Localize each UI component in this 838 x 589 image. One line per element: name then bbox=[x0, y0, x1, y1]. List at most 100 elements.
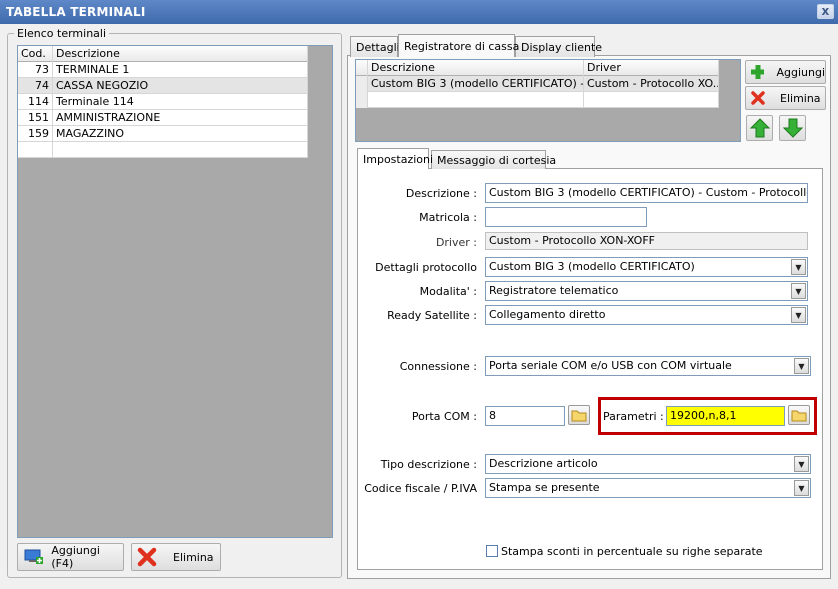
protocollo-label: Dettagli protocollo bbox=[375, 261, 477, 274]
porta-com-browse-button[interactable] bbox=[568, 405, 590, 425]
arrow-down-icon bbox=[782, 118, 803, 138]
tipo-descrizione-value: Descrizione articolo bbox=[489, 457, 598, 470]
table-row-new[interactable] bbox=[18, 142, 308, 158]
terminals-grid-header: Cod. Descrizione bbox=[18, 46, 308, 62]
row-indicator bbox=[356, 76, 368, 92]
reg-row-driver-empty bbox=[584, 92, 719, 108]
tipo-descrizione-select[interactable]: Descrizione articolo ▼ bbox=[485, 454, 811, 474]
chevron-down-icon[interactable]: ▼ bbox=[791, 259, 806, 275]
close-button[interactable]: x bbox=[817, 4, 834, 19]
driver-label: Driver : bbox=[435, 236, 477, 249]
row-indicator-header bbox=[356, 60, 368, 76]
codice-fiscale-label: Codice fiscale / P.IVA bbox=[364, 482, 477, 495]
row-descr: CASSA NEGOZIO bbox=[53, 78, 308, 94]
row-cod: 151 bbox=[18, 110, 53, 126]
tab-messaggio-cortesia[interactable]: Messaggio di cortesia bbox=[431, 150, 556, 169]
modalita-label: Modalita' : bbox=[419, 285, 477, 298]
delete-register-label: Elimina bbox=[780, 91, 821, 105]
terminals-grid[interactable]: Cod. Descrizione 73 TERMINALE 1 74 CASSA… bbox=[17, 45, 333, 538]
registratori-grid[interactable]: Descrizione Driver Custom BIG 3 (modello… bbox=[355, 59, 741, 142]
protocollo-value: Custom BIG 3 (modello CERTIFICATO) bbox=[489, 260, 695, 273]
window-title: TABELLA TERMINALI bbox=[6, 5, 146, 19]
protocollo-select[interactable]: Custom BIG 3 (modello CERTIFICATO) ▼ bbox=[485, 257, 808, 277]
codice-fiscale-select[interactable]: Stampa se presente ▼ bbox=[485, 478, 811, 498]
move-down-button[interactable] bbox=[779, 115, 806, 141]
tab-registratore[interactable]: Registratore di cassa bbox=[398, 34, 519, 57]
row-cod: 114 bbox=[18, 94, 53, 110]
table-row-selected[interactable]: Custom BIG 3 (modello CERTIFICATO) - ...… bbox=[356, 76, 719, 92]
chevron-down-icon[interactable]: ▼ bbox=[794, 358, 809, 374]
sconti-checkbox-label: Stampa sconti in percentuale su righe se… bbox=[501, 545, 763, 558]
table-row-selected[interactable]: 74 CASSA NEGOZIO bbox=[18, 78, 308, 94]
delete-icon bbox=[751, 91, 765, 105]
tipo-descrizione-label: Tipo descrizione : bbox=[380, 458, 477, 471]
table-row-new[interactable] bbox=[356, 92, 719, 108]
registratori-grid-header: Descrizione Driver bbox=[356, 60, 719, 76]
add-register-button[interactable]: Aggiungi bbox=[745, 60, 826, 84]
col-reg-descrizione[interactable]: Descrizione bbox=[368, 60, 584, 76]
chevron-down-icon[interactable]: ▼ bbox=[794, 456, 809, 472]
plus-icon bbox=[751, 65, 765, 79]
reg-row-descr: Custom BIG 3 (modello CERTIFICATO) - ... bbox=[368, 76, 584, 92]
delete-terminal-button[interactable]: Elimina bbox=[131, 543, 221, 571]
connessione-select[interactable]: Porta seriale COM e/o USB con COM virtua… bbox=[485, 356, 811, 376]
row-cod: 159 bbox=[18, 126, 53, 142]
row-indicator bbox=[356, 92, 368, 108]
col-reg-driver[interactable]: Driver bbox=[584, 60, 719, 76]
chevron-down-icon[interactable]: ▼ bbox=[791, 307, 806, 323]
table-row[interactable]: 151 AMMINISTRAZIONE bbox=[18, 110, 308, 126]
descrizione-label: Descrizione : bbox=[405, 187, 477, 200]
table-row[interactable]: 159 MAGAZZINO bbox=[18, 126, 308, 142]
table-row[interactable]: 73 TERMINALE 1 bbox=[18, 62, 308, 78]
row-descr: Terminale 114 bbox=[53, 94, 308, 110]
driver-field: Custom - Protocollo XON-XOFF bbox=[485, 232, 808, 250]
chevron-down-icon[interactable]: ▼ bbox=[791, 283, 806, 299]
add-terminal-label: Aggiungi (F4) bbox=[51, 544, 100, 570]
satellite-value: Collegamento diretto bbox=[489, 308, 606, 321]
folder-icon bbox=[791, 410, 807, 422]
parametri-browse-button[interactable] bbox=[788, 405, 810, 425]
window-titlebar: TABELLA TERMINALI x bbox=[0, 0, 838, 24]
matricola-label: Matricola : bbox=[419, 211, 477, 224]
row-cod: 73 bbox=[18, 62, 53, 78]
modalita-value: Registratore telematico bbox=[489, 284, 619, 297]
chevron-down-icon[interactable]: ▼ bbox=[794, 480, 809, 496]
table-row[interactable]: 114 Terminale 114 bbox=[18, 94, 308, 110]
terminals-group-title: Elenco terminali bbox=[14, 27, 110, 40]
row-descr-empty bbox=[53, 142, 308, 158]
row-cod: 74 bbox=[18, 78, 53, 94]
satellite-select[interactable]: Collegamento diretto ▼ bbox=[485, 305, 808, 325]
satellite-label: Ready Satellite : bbox=[387, 309, 477, 322]
row-descr: MAGAZZINO bbox=[53, 126, 308, 142]
matricola-field[interactable] bbox=[485, 207, 647, 227]
delete-terminal-label: Elimina bbox=[173, 550, 214, 564]
col-cod[interactable]: Cod. bbox=[18, 46, 53, 62]
tab-display-cliente[interactable]: Display cliente bbox=[515, 36, 602, 57]
move-up-button[interactable] bbox=[746, 115, 773, 141]
descrizione-field[interactable]: Custom BIG 3 (modello CERTIFICATO) - Cus… bbox=[485, 183, 808, 203]
arrow-up-icon bbox=[749, 118, 770, 138]
parametri-label: Parametri : bbox=[603, 410, 664, 423]
porta-com-field[interactable]: 8 bbox=[485, 406, 565, 426]
delete-register-button[interactable]: Elimina bbox=[745, 86, 826, 110]
connessione-value: Porta seriale COM e/o USB con COM virtua… bbox=[489, 359, 732, 372]
parametri-field[interactable]: 19200,n,8,1 bbox=[666, 406, 785, 426]
folder-icon bbox=[571, 410, 587, 422]
row-cod-empty bbox=[18, 142, 53, 158]
connessione-label: Connessione : bbox=[399, 360, 477, 373]
sconti-checkbox[interactable] bbox=[486, 545, 498, 557]
row-descr: TERMINALE 1 bbox=[53, 62, 308, 78]
tab-impostazioni[interactable]: Impostazioni bbox=[357, 148, 433, 169]
row-descr: AMMINISTRAZIONE bbox=[53, 110, 308, 126]
reg-row-descr-empty bbox=[368, 92, 584, 108]
add-terminal-button[interactable]: Aggiungi (F4) bbox=[17, 543, 124, 571]
reg-row-driver: Custom - Protocollo XO... bbox=[584, 76, 719, 92]
add-register-label: Aggiungi bbox=[776, 65, 825, 79]
modalita-select[interactable]: Registratore telematico ▼ bbox=[485, 281, 808, 301]
add-monitor-icon bbox=[24, 549, 43, 564]
delete-icon bbox=[137, 547, 157, 567]
codice-fiscale-value: Stampa se presente bbox=[489, 481, 600, 494]
col-descrizione[interactable]: Descrizione bbox=[53, 46, 308, 62]
tab-dettagli[interactable]: Dettagli bbox=[350, 36, 400, 57]
porta-com-label: Porta COM : bbox=[411, 410, 477, 423]
